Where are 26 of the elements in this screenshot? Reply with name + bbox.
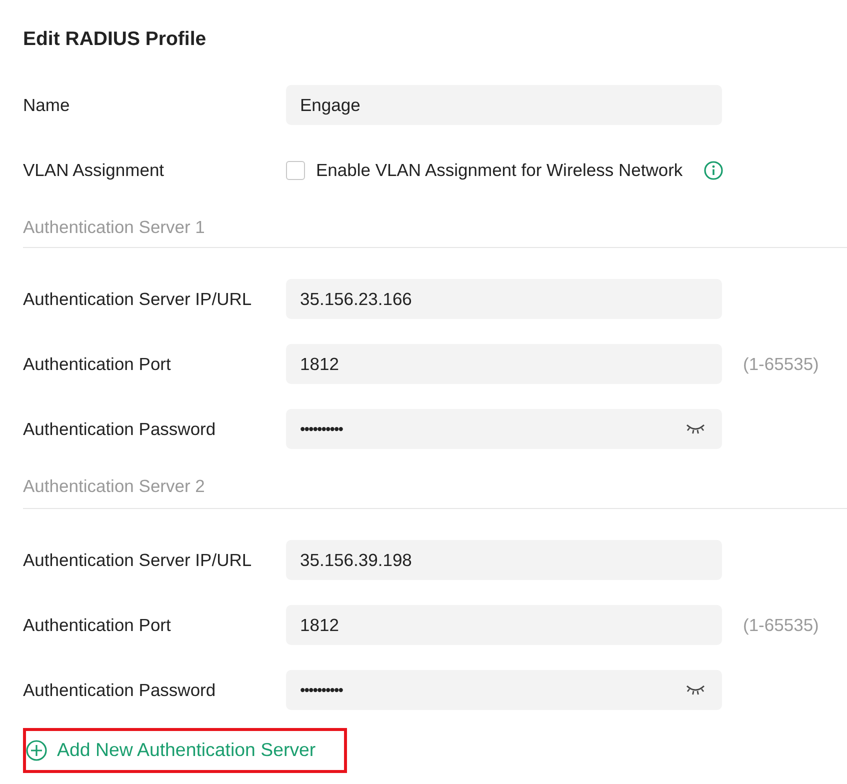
field-label: Authentication Server IP/URL xyxy=(23,550,252,570)
field-label: VLAN Assignment xyxy=(23,160,164,180)
input-field[interactable]: 35.156.23.166 xyxy=(286,279,722,319)
eye-closed-icon[interactable] xyxy=(686,684,705,696)
field-label: Authentication Port xyxy=(23,614,171,636)
input-field[interactable]: 1812 xyxy=(286,605,722,645)
field-label: Authentication Password xyxy=(23,680,216,700)
form-title: Edit RADIUS Profile xyxy=(23,27,206,52)
field-label: Authentication Password xyxy=(23,418,216,440)
field-label: Name xyxy=(23,94,70,116)
range-hint: (1-65535) xyxy=(743,352,819,376)
field-label: Authentication Server IP/URL xyxy=(23,288,252,310)
plus-circle-icon[interactable] xyxy=(26,740,47,761)
eye-closed-icon[interactable] xyxy=(686,423,705,435)
checkbox[interactable] xyxy=(286,160,305,180)
info-icon[interactable] xyxy=(704,160,723,180)
section-heading: Authentication Server 2 xyxy=(23,476,205,496)
password-field[interactable]: •••••••••• xyxy=(286,670,722,710)
field-label: Authentication Port xyxy=(23,354,171,374)
section-heading: Authentication Server 1 xyxy=(23,217,205,237)
input-field[interactable]: Engage xyxy=(286,85,722,125)
range-hint: (1-65535) xyxy=(743,614,819,637)
checkbox-label: Enable VLAN Assignment for Wireless Network xyxy=(316,158,683,182)
input-field[interactable]: 35.156.39.198 xyxy=(286,540,722,580)
input-field[interactable]: 1812 xyxy=(286,344,722,384)
password-field[interactable]: •••••••••• xyxy=(286,409,722,449)
